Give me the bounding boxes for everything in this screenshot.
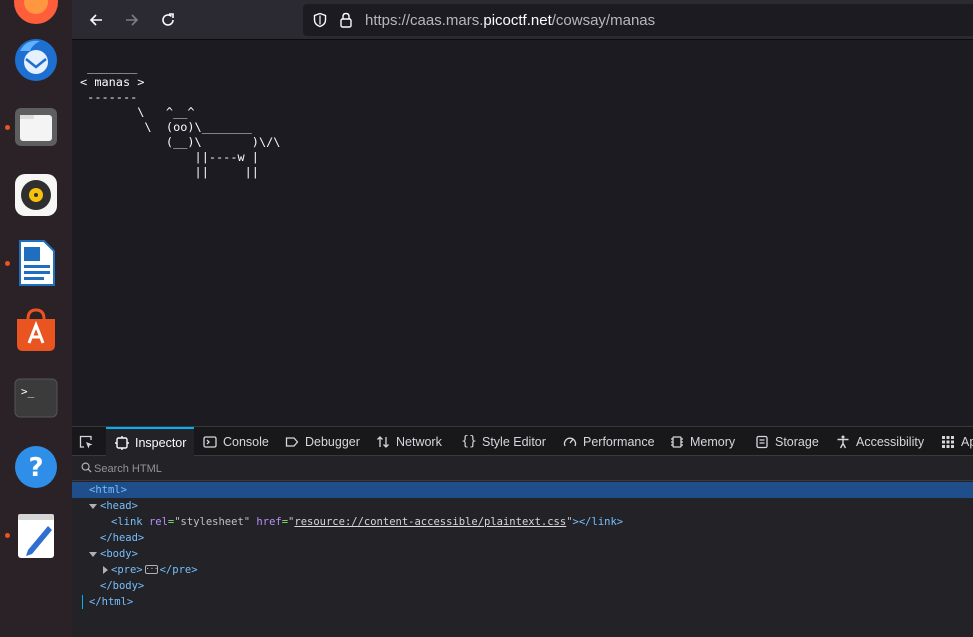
arrow-left-icon [89,14,102,26]
reload-icon [162,13,174,26]
tab-label: Console [223,434,269,449]
svg-text:>_: >_ [21,385,35,398]
text-editor-icon[interactable] [12,512,60,560]
arrow-right-icon [126,14,139,26]
search-icon [81,462,92,473]
pre-open-tag: <pre> [111,564,143,576]
tab-performance[interactable]: Performance [562,427,655,456]
expand-toggle-icon[interactable] [88,549,98,559]
tab-label: Debugger [305,434,360,449]
url-text[interactable]: https://caas.mars.picoctf.net/cowsay/man… [365,12,655,29]
app-center-icon[interactable] [12,306,60,354]
tab-network[interactable]: Network [375,427,442,456]
browser-toolbar: https://caas.mars.picoctf.net/cowsay/man… [72,0,973,40]
head-close-tag: </head> [100,532,145,544]
tab-label: Memory [690,434,736,449]
files-icon[interactable] [12,103,60,151]
tab-console[interactable]: Console [202,427,269,456]
body-open-tag: <body> [100,548,138,560]
back-button[interactable] [82,6,110,34]
running-indicator [5,261,10,266]
link-tag: <link [111,516,143,528]
head-open-tag: <head> [100,500,138,512]
forward-button[interactable] [118,6,146,34]
rel-attr-name: rel [148,516,168,528]
application-icon [940,434,956,450]
tree-node-link[interactable]: <link rel="stylesheet" href="resource://… [72,514,973,530]
running-indicator [5,125,10,130]
page-content: _______ < manas > ------- \ ^__^ \ (oo)\… [72,41,973,426]
html-search-bar [72,457,973,481]
href-link[interactable]: resource://content-accessible/plaintext.… [294,516,566,528]
tab-label: Inspector [135,435,187,450]
inspector-icon [114,435,130,451]
tree-node-head[interactable]: <head> [72,498,973,514]
console-icon [202,434,218,450]
tab-label: Style Editor [482,434,546,449]
url-prefix: https://caas.mars. [365,12,484,29]
tree-node-pre[interactable]: <pre> ···</pre> [72,562,973,578]
network-icon [375,434,391,450]
link-close-tag: ></link> [572,516,624,528]
firefox-icon[interactable] [12,0,60,26]
ubuntu-dock: >_ ? [0,0,72,637]
tab-accessibility[interactable]: Accessibility [835,427,924,456]
tab-label: Network [396,434,442,449]
tree-node-html[interactable]: <html> [72,482,973,498]
tree-guide-line [82,595,83,609]
performance-icon [562,434,578,450]
href-attr-name: href [256,516,282,528]
tab-inspector[interactable]: Inspector [106,427,195,456]
markup-tree: <html> <head> <link rel="stylesheet" hre… [72,482,973,610]
element-picker-button[interactable] [78,427,98,456]
debugger-icon [284,434,300,450]
tab-memory[interactable]: Memory [669,427,735,456]
devtools-tab-bar: Inspector Console Debugger Network {} St… [72,427,973,456]
tab-application[interactable]: Ap [940,427,973,456]
reload-button[interactable] [154,6,182,34]
tab-label: Performance [583,434,655,449]
url-path: /cowsay/manas [551,12,656,29]
pre-close-tag: </pre> [159,564,198,576]
cowsay-output: _______ < manas > ------- \ ^__^ \ (oo)\… [80,60,281,179]
url-bar[interactable]: https://caas.mars.picoctf.net/cowsay/man… [303,4,973,36]
tab-debugger[interactable]: Debugger [284,427,360,456]
thunderbird-icon[interactable] [12,35,60,83]
devtools-panel: Inspector Console Debugger Network {} St… [72,426,973,637]
tab-storage[interactable]: Storage [754,427,819,456]
tab-label: Accessibility [856,434,925,449]
running-indicator [5,533,10,538]
html-close-tag: </html> [89,596,134,608]
tree-node-body[interactable]: <body> [72,546,973,562]
pre-ellipsis-button[interactable]: ··· [144,564,158,574]
tree-node-head-close: </head> [72,530,973,546]
rhythmbox-icon[interactable] [12,171,60,219]
terminal-icon[interactable]: >_ [12,374,60,422]
storage-icon [754,434,770,450]
url-domain: picoctf.net [483,12,552,29]
tab-style-editor[interactable]: {} Style Editor [461,427,546,456]
collapse-toggle-icon[interactable] [100,565,110,575]
svg-text:?: ? [28,453,43,483]
lock-icon[interactable] [339,12,353,28]
help-icon[interactable]: ? [12,443,60,491]
memory-icon [669,434,685,450]
tab-label: Ap [961,434,973,449]
search-html-input[interactable] [94,460,954,478]
accessibility-icon [835,434,851,450]
element-picker-icon [79,435,93,448]
tracking-protection-shield-icon[interactable] [312,12,328,28]
style-editor-icon: {} [461,434,477,449]
tree-node-body-close: </body> [72,578,973,594]
rel-attr-value: "stylesheet" [174,516,251,528]
html-open-tag: <html> [89,484,127,496]
body-close-tag: </body> [100,580,145,592]
tab-label: Storage [775,434,819,449]
libreoffice-writer-icon[interactable] [12,239,60,287]
tree-node-html-close: </html> [72,594,973,610]
expand-toggle-icon[interactable] [88,501,98,511]
